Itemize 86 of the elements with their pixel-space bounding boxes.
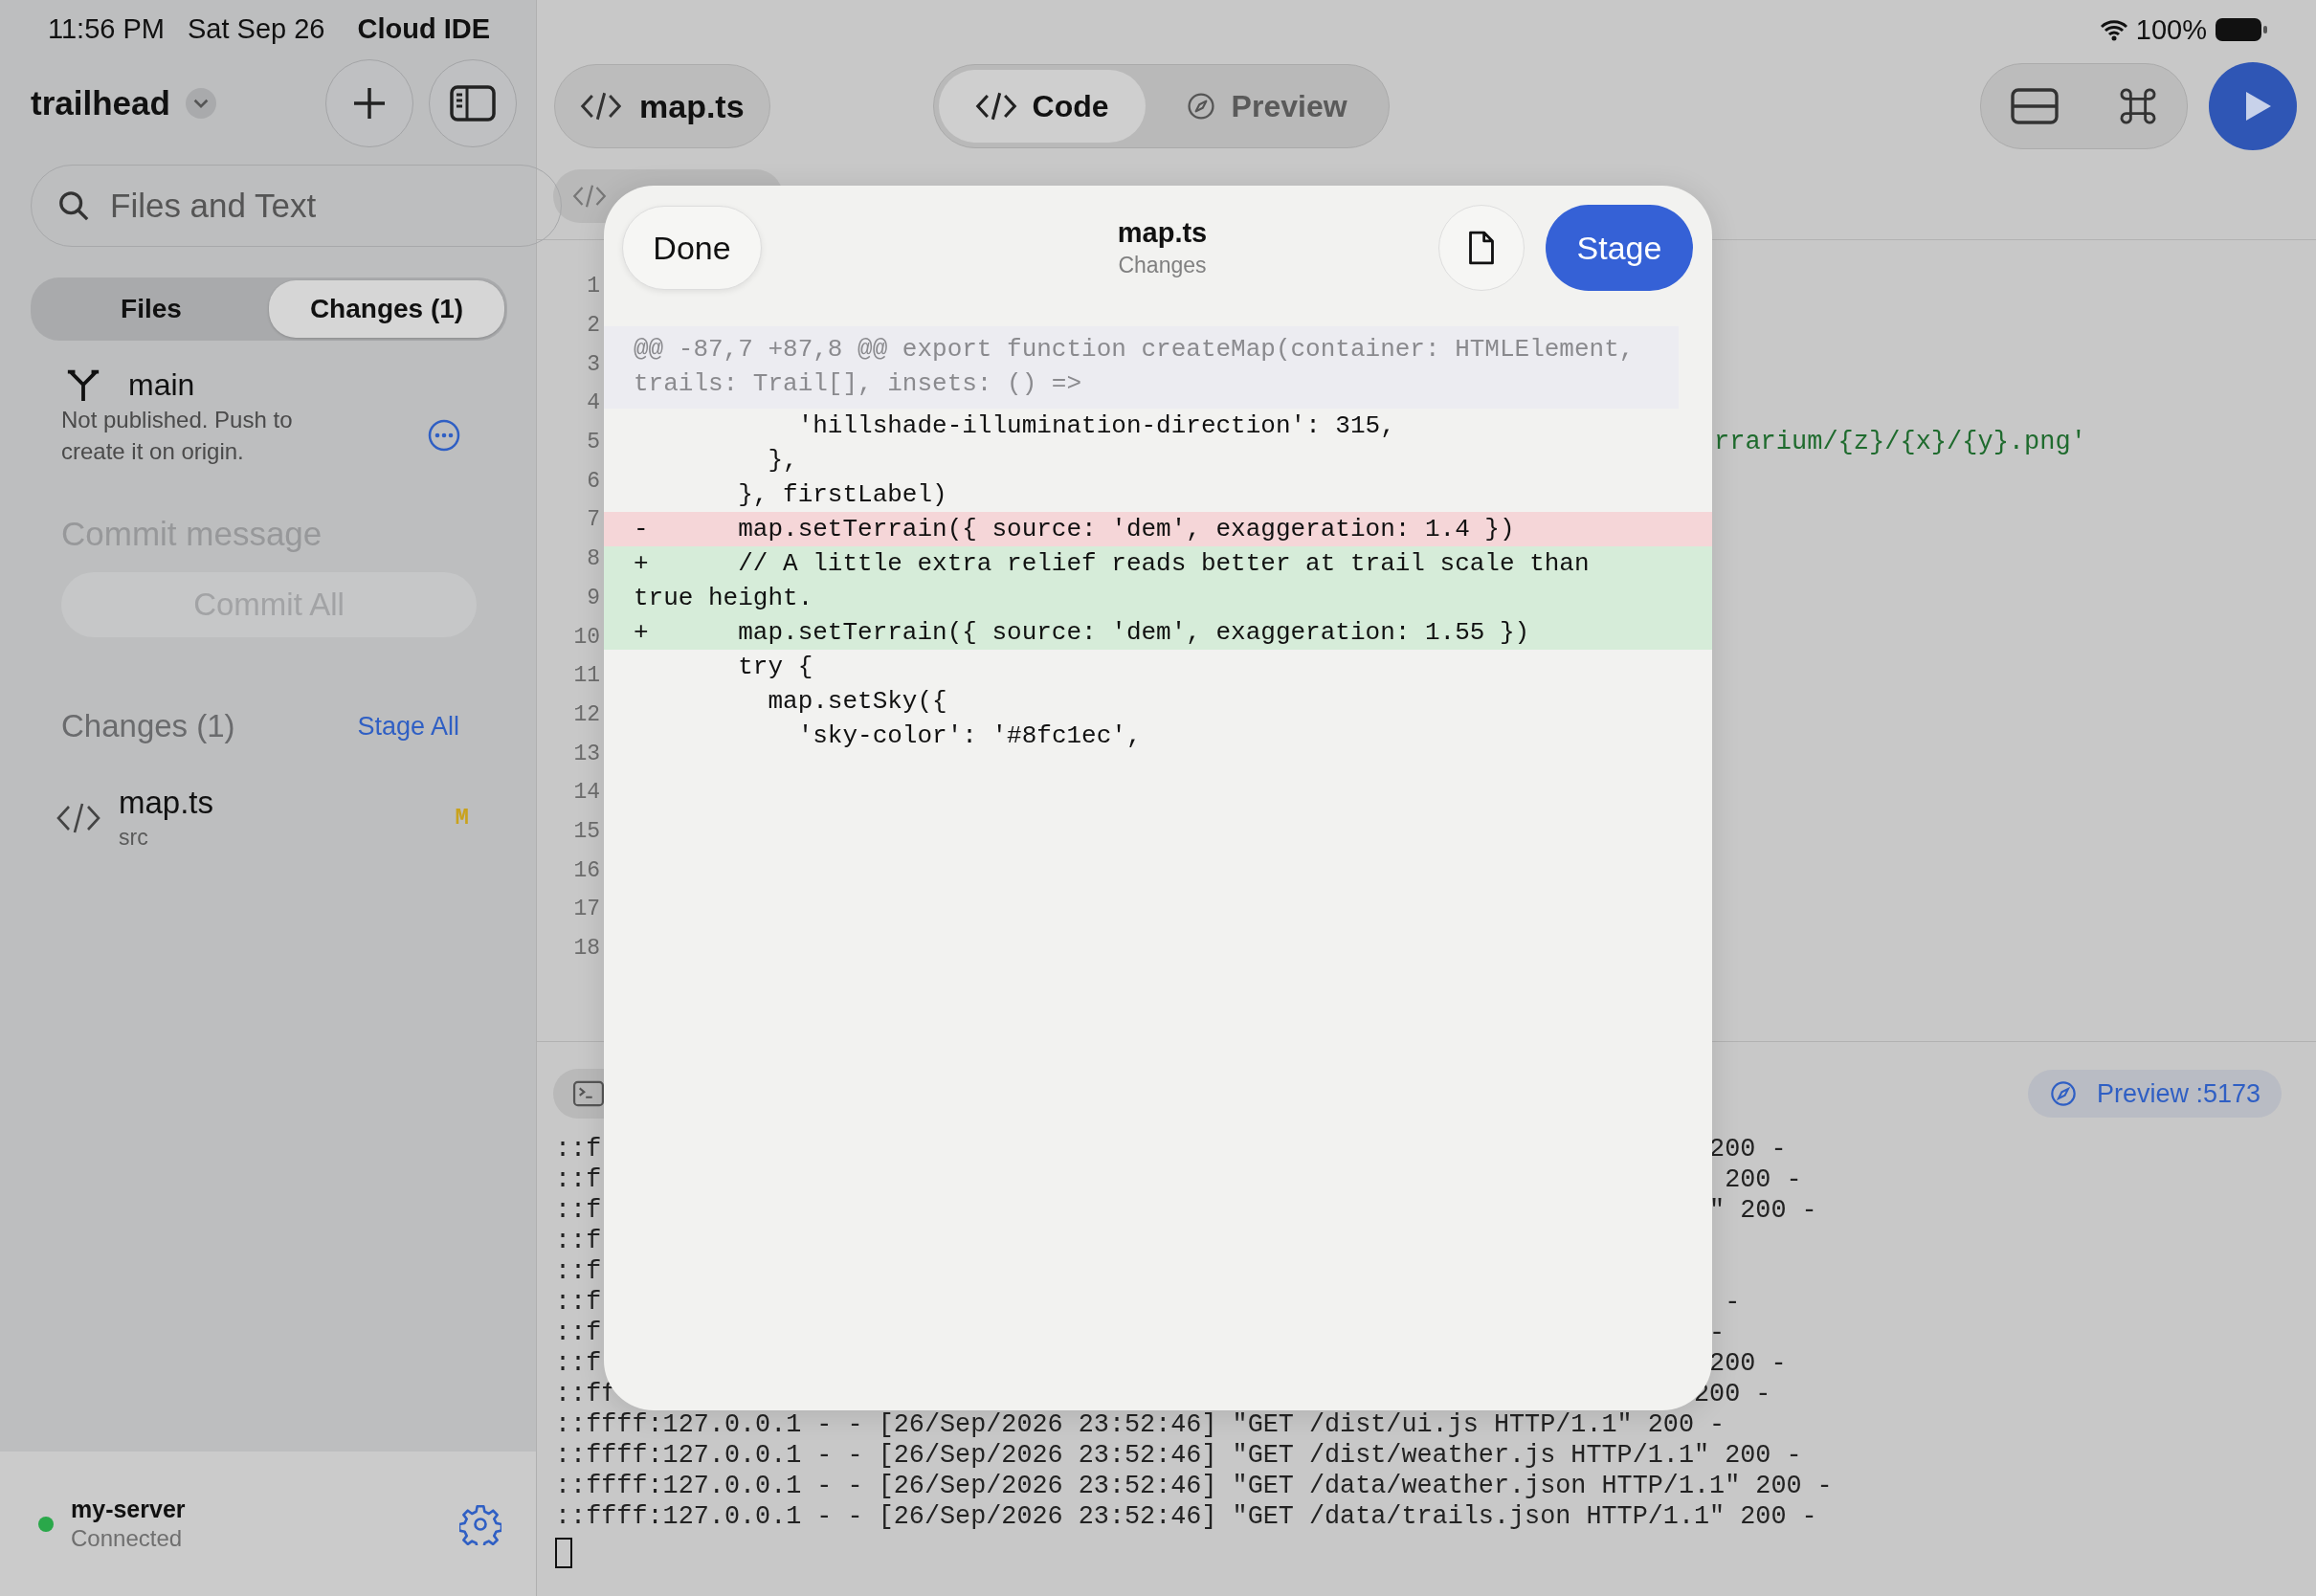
line-number: 6 bbox=[586, 468, 600, 494]
wifi-icon bbox=[2099, 18, 2128, 41]
branch-note: Not published. Push to create it on origin. bbox=[61, 406, 294, 466]
line-number: 12 bbox=[572, 701, 600, 727]
status-time: 11:56 PM bbox=[48, 12, 165, 45]
sheet-subtitle: Changes bbox=[1118, 253, 1207, 278]
log-line: 200 - bbox=[1709, 1348, 1787, 1379]
sidebar-icon bbox=[449, 84, 497, 122]
app-name: Cloud IDE bbox=[357, 12, 491, 45]
log-line: 200 - bbox=[1725, 1164, 1802, 1195]
document-icon bbox=[1467, 229, 1496, 267]
log-line: - bbox=[1709, 1318, 1726, 1348]
terminal-cursor bbox=[555, 1538, 572, 1568]
log-line: ::ffff:127.0.0.1 - - [26/Sep/2026 23:52:46] "GET /dist/ui.js HTTP/1.1" 200 - bbox=[555, 1409, 1726, 1440]
log-line: ::f bbox=[555, 1287, 602, 1318]
terminal-icon bbox=[572, 1080, 605, 1107]
line-number: 14 bbox=[572, 780, 600, 806]
log-line: ::f bbox=[555, 1134, 602, 1164]
settings-icon[interactable] bbox=[459, 1502, 501, 1545]
line-number: 18 bbox=[572, 936, 600, 962]
diff-line: }, bbox=[767, 445, 799, 477]
project-name[interactable]: trailhead bbox=[31, 84, 170, 122]
mode-tab[interactable]: Code bbox=[938, 70, 1146, 143]
server-name: my-server bbox=[71, 1496, 187, 1523]
file-name[interactable]: map.ts bbox=[119, 785, 438, 821]
battery-icon bbox=[2215, 17, 2268, 42]
compass-icon bbox=[1185, 91, 1216, 122]
diff-line: + map.setTerrain({ source: 'dem', exaggeration: 1.55 }) bbox=[634, 617, 1531, 649]
log-line: 200 - bbox=[1709, 1134, 1787, 1164]
log-line: ::ffff:127.0.0.1 - - [26/Sep/2026 23:52:46] "GET /data/trails.json HTTP/1.1" 200 - bbox=[555, 1501, 1817, 1532]
code-icon bbox=[974, 90, 1017, 122]
line-number: 9 bbox=[586, 585, 600, 610]
log-line: ::ffff:127.0.0.1 - - [26/Sep/2026 23:52:46] "GET /dist/weather.js HTTP/1.1" 200 - bbox=[555, 1440, 1802, 1471]
compass-icon bbox=[2048, 1079, 2078, 1108]
line-number: 15 bbox=[572, 818, 600, 844]
line-number: 16 bbox=[572, 857, 600, 883]
more-icon[interactable] bbox=[427, 418, 461, 453]
mode-tab[interactable]: Preview bbox=[1148, 70, 1384, 143]
line-number: 4 bbox=[586, 390, 600, 416]
diff-line: try { bbox=[737, 652, 814, 683]
log-line: ::f bbox=[555, 1348, 602, 1379]
line-number: 1 bbox=[586, 274, 600, 299]
file-folder: src bbox=[119, 825, 149, 851]
sheet-title: map.ts bbox=[1117, 217, 1208, 249]
code-icon bbox=[572, 183, 607, 210]
search-icon bbox=[57, 189, 90, 222]
server-status: Connected bbox=[71, 1525, 184, 1552]
log-line: ::f bbox=[555, 1164, 602, 1195]
log-line: ::f bbox=[555, 1226, 602, 1256]
changes-heading: Changes (1) bbox=[61, 708, 235, 744]
line-number: 13 bbox=[572, 741, 600, 766]
log-line: ::f bbox=[555, 1318, 602, 1348]
log-line: ::f bbox=[555, 1195, 602, 1226]
layout-icon[interactable] bbox=[2010, 87, 2060, 125]
code-icon bbox=[580, 90, 622, 122]
line-number: 17 bbox=[572, 897, 600, 922]
branch-name: main bbox=[128, 366, 195, 403]
code-line: rrarium/{z}/{x}/{y}.png' bbox=[1714, 428, 2086, 457]
diff-line: - map.setTerrain({ source: 'dem', exaggeration: 1.4 }) bbox=[634, 514, 1516, 545]
line-number: 8 bbox=[586, 546, 600, 572]
chevron-down-icon[interactable] bbox=[185, 88, 216, 119]
line-number: 7 bbox=[586, 507, 600, 533]
file-pill[interactable]: map.ts bbox=[554, 64, 770, 148]
hunk-header: @@ -87,7 +87,8 @@ export function createMap(container: HTMLElement, trails: Trail[], insets: () => bbox=[604, 326, 1679, 409]
done-button[interactable]: Done bbox=[622, 206, 762, 290]
sidebar-tab[interactable]: Changes (1) bbox=[269, 280, 504, 338]
modified-status: M bbox=[455, 805, 469, 831]
stage-button[interactable]: Stage bbox=[1546, 205, 1693, 291]
status-date: Sat Sep 26 bbox=[188, 12, 325, 45]
battery-level: 100% bbox=[2135, 13, 2207, 46]
line-number: 3 bbox=[586, 351, 600, 377]
log-line: ::f bbox=[555, 1256, 602, 1287]
diff-line: map.setSky({ bbox=[767, 686, 948, 718]
line-number: 11 bbox=[572, 663, 600, 689]
search-field[interactable]: Files and Text bbox=[31, 165, 562, 247]
diff-line: 'sky-color': '#8fc1ec', bbox=[796, 720, 1143, 752]
log-line: " 200 - bbox=[1709, 1195, 1817, 1226]
line-number: 2 bbox=[586, 313, 600, 339]
line-number: 5 bbox=[586, 430, 600, 455]
log-line: ::ffff:127.0.0.1 - - [26/Sep/2026 23:52:46] "GET /data/weather.json HTTP/1.1" 200 - bbox=[555, 1471, 1833, 1501]
diff-line: 'hillshade-illumination-direction': 315, bbox=[796, 410, 1396, 442]
diff-line: }, firstLabel) bbox=[737, 479, 948, 511]
line-number: 10 bbox=[572, 624, 600, 650]
diff-line: + // A little extra relief reads better at trail scale than true height. bbox=[634, 548, 1591, 614]
sidebar-tab[interactable]: Files bbox=[33, 280, 269, 338]
log-line: - bbox=[1725, 1287, 1741, 1318]
